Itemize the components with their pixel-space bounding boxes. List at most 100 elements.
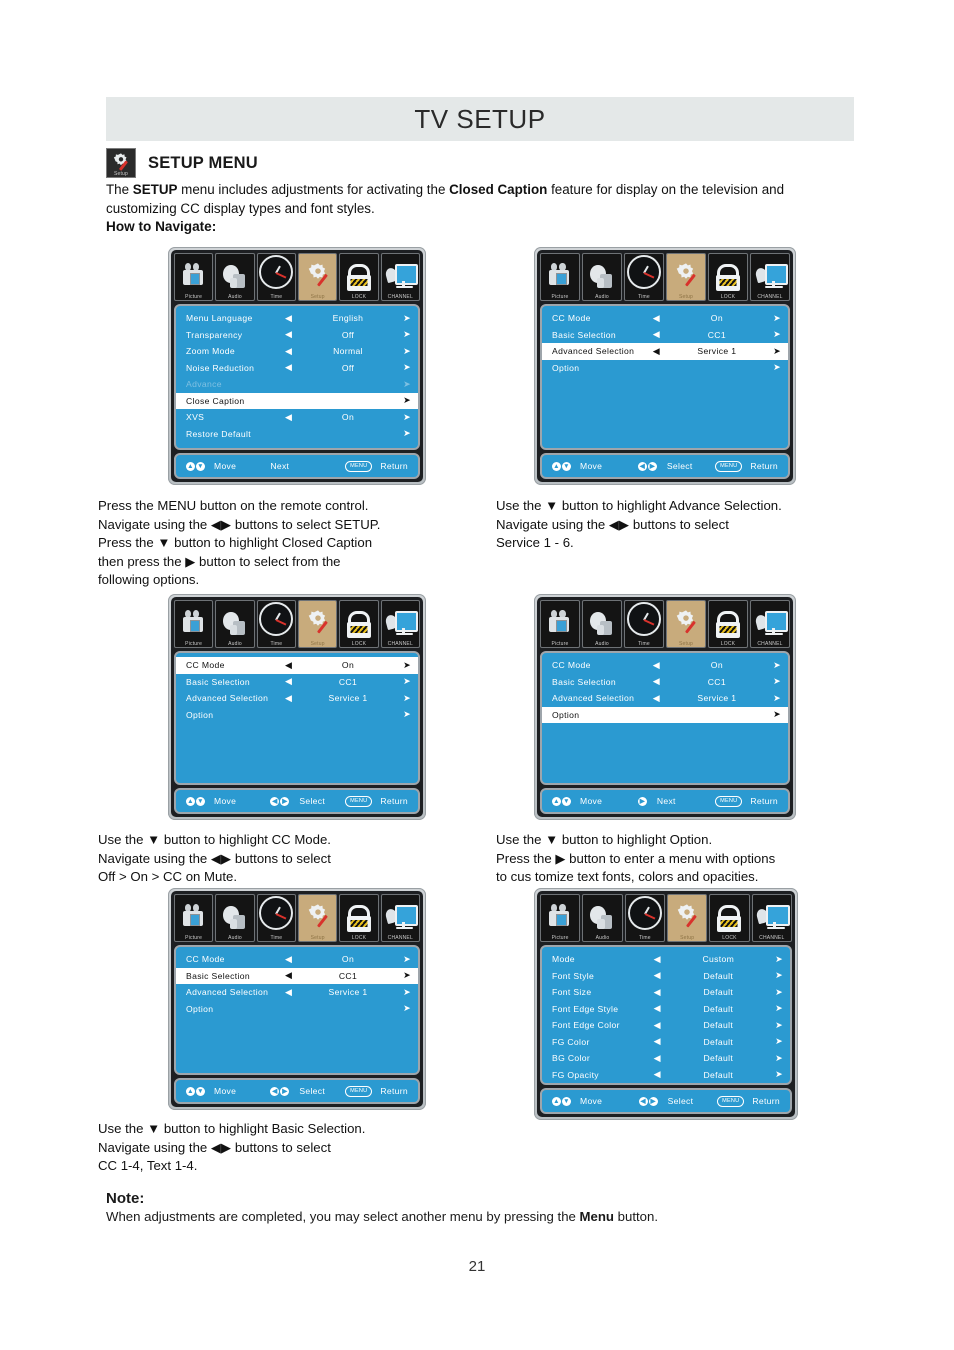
- osd-tab-setup[interactable]: Setup: [666, 600, 706, 648]
- chevron-right-icon[interactable]: ➤: [756, 362, 781, 373]
- chevron-left-icon[interactable]: ◀: [653, 660, 678, 671]
- osd-tab-channel[interactable]: CHANNEL: [750, 253, 790, 301]
- osd-tab-lock[interactable]: LOCK: [339, 894, 379, 942]
- osd-tab-setup[interactable]: Setup: [297, 894, 338, 942]
- osd-menu-row[interactable]: Transparency ◀ Off ➤: [176, 327, 418, 344]
- osd-tab-time[interactable]: Time: [256, 600, 296, 648]
- chevron-left-icon[interactable]: ◀: [285, 313, 310, 324]
- osd-tab-time[interactable]: Time: [624, 894, 665, 942]
- osd-tab-setup[interactable]: Setup: [297, 253, 338, 301]
- chevron-left-icon[interactable]: ◀: [285, 987, 310, 998]
- osd-tab-lock[interactable]: LOCK: [708, 600, 748, 648]
- osd-menu-row[interactable]: CC Mode ◀ On ➤: [176, 951, 418, 968]
- chevron-left-icon[interactable]: ◀: [285, 412, 310, 423]
- osd-tab-audio[interactable]: Audio: [215, 253, 255, 301]
- osd-menu-row[interactable]: FG Opacity ◀ Default ➤: [542, 1067, 790, 1084]
- osd-tab-time[interactable]: Time: [624, 253, 664, 301]
- chevron-left-icon[interactable]: ◀: [653, 676, 678, 687]
- osd-menu-row[interactable]: CC Mode ◀ On ➤: [176, 657, 418, 674]
- osd-menu-row[interactable]: Restore Default ➤: [176, 426, 418, 443]
- chevron-left-icon[interactable]: ◀: [654, 987, 679, 998]
- osd-tab-channel[interactable]: CHANNEL: [750, 600, 790, 648]
- osd-menu-row[interactable]: Basic Selection ◀ CC1 ➤: [176, 674, 418, 691]
- osd-menu-row[interactable]: Font Edge Color ◀ Default ➤: [542, 1017, 790, 1034]
- chevron-left-icon[interactable]: ◀: [653, 693, 678, 704]
- chevron-right-icon[interactable]: ➤: [758, 970, 783, 981]
- chevron-right-icon[interactable]: ➤: [386, 313, 411, 324]
- osd-menu-row[interactable]: Basic Selection ◀ CC1 ➤: [542, 327, 788, 344]
- chevron-right-icon[interactable]: ➤: [386, 970, 411, 981]
- osd-menu-row[interactable]: Advanced Selection ◀ Service 1 ➤: [542, 343, 788, 360]
- chevron-right-icon[interactable]: ➤: [756, 660, 781, 671]
- osd-menu-row[interactable]: Zoom Mode ◀ Normal ➤: [176, 343, 418, 360]
- osd-menu-row[interactable]: BG Opacity◀Default➤: [542, 1083, 790, 1085]
- chevron-left-icon[interactable]: ◀: [654, 1020, 679, 1031]
- chevron-right-icon[interactable]: ➤: [758, 1020, 783, 1031]
- chevron-left-icon[interactable]: ◀: [285, 676, 310, 687]
- chevron-left-icon[interactable]: ◀: [653, 346, 678, 357]
- osd-tab-picture[interactable]: Picture: [174, 894, 214, 942]
- osd-tab-audio[interactable]: Audio: [582, 253, 622, 301]
- osd-tab-audio[interactable]: Audio: [215, 600, 255, 648]
- osd-tab-audio[interactable]: Audio: [582, 894, 623, 942]
- osd-menu-row[interactable]: Close Caption ➤: [176, 392, 418, 409]
- chevron-right-icon[interactable]: ➤: [756, 709, 781, 720]
- osd-tab-setup[interactable]: Setup: [666, 894, 708, 942]
- chevron-left-icon[interactable]: ◀: [653, 313, 678, 324]
- osd-tab-lock[interactable]: LOCK: [339, 253, 379, 301]
- osd-menu-row[interactable]: CC Mode ◀ On ➤: [542, 657, 788, 674]
- chevron-left-icon[interactable]: ◀: [285, 660, 310, 671]
- chevron-right-icon[interactable]: ➤: [758, 987, 783, 998]
- chevron-right-icon[interactable]: ➤: [386, 709, 411, 720]
- osd-tab-audio[interactable]: Audio: [215, 894, 255, 942]
- osd-menu-row[interactable]: Font Style ◀ Default ➤: [542, 968, 790, 985]
- chevron-right-icon[interactable]: ➤: [386, 660, 411, 671]
- chevron-right-icon[interactable]: ➤: [386, 987, 411, 998]
- osd-menu-row[interactable]: Font Size ◀ Default ➤: [542, 984, 790, 1001]
- osd-menu-row[interactable]: Basic Selection ◀ CC1 ➤: [542, 674, 788, 691]
- chevron-left-icon[interactable]: ◀: [654, 1053, 679, 1064]
- osd-menu-row[interactable]: Basic Selection ◀ CC1 ➤: [176, 967, 418, 984]
- osd-tab-channel[interactable]: CHANNEL: [751, 894, 792, 942]
- chevron-left-icon[interactable]: ◀: [285, 329, 310, 340]
- osd-menu-row[interactable]: Option ➤: [542, 360, 788, 377]
- chevron-right-icon[interactable]: ➤: [758, 954, 783, 965]
- chevron-right-icon[interactable]: ➤: [756, 313, 781, 324]
- chevron-right-icon[interactable]: ➤: [756, 676, 781, 687]
- chevron-right-icon[interactable]: ➤: [758, 1003, 783, 1014]
- osd-tab-setup[interactable]: Setup: [297, 600, 338, 648]
- osd-menu-row[interactable]: Advanced Selection ◀ Service 1 ➤: [176, 984, 418, 1001]
- chevron-right-icon[interactable]: ➤: [386, 428, 411, 439]
- osd-tab-lock[interactable]: LOCK: [708, 253, 748, 301]
- chevron-right-icon[interactable]: ➤: [756, 693, 781, 704]
- chevron-left-icon[interactable]: ◀: [285, 362, 310, 373]
- osd-tab-setup[interactable]: Setup: [666, 253, 706, 301]
- chevron-left-icon[interactable]: ◀: [654, 954, 679, 965]
- osd-menu-row[interactable]: Option ➤: [176, 707, 418, 724]
- chevron-right-icon[interactable]: ➤: [386, 395, 411, 406]
- osd-tab-picture[interactable]: Picture: [540, 894, 581, 942]
- osd-tab-picture[interactable]: Picture: [174, 253, 214, 301]
- chevron-right-icon[interactable]: ➤: [386, 329, 411, 340]
- chevron-right-icon[interactable]: ➤: [386, 676, 411, 687]
- chevron-right-icon[interactable]: ➤: [386, 1003, 411, 1014]
- chevron-left-icon[interactable]: ◀: [653, 329, 678, 340]
- osd-menu-row[interactable]: Advance ➤: [176, 376, 418, 393]
- chevron-right-icon[interactable]: ➤: [756, 346, 781, 357]
- osd-menu-row[interactable]: CC Mode ◀ On ➤: [542, 310, 788, 327]
- chevron-left-icon[interactable]: ◀: [285, 954, 310, 965]
- chevron-right-icon[interactable]: ➤: [386, 954, 411, 965]
- chevron-right-icon[interactable]: ➤: [756, 329, 781, 340]
- osd-tab-audio[interactable]: Audio: [582, 600, 622, 648]
- chevron-right-icon[interactable]: ➤: [758, 1053, 783, 1064]
- osd-menu-row[interactable]: Advanced Selection ◀ Service 1 ➤: [176, 690, 418, 707]
- osd-menu-row[interactable]: Option ➤: [176, 1001, 418, 1018]
- chevron-left-icon[interactable]: ◀: [654, 1069, 679, 1080]
- osd-menu-row[interactable]: Option ➤: [542, 706, 788, 723]
- chevron-right-icon[interactable]: ➤: [386, 362, 411, 373]
- osd-tab-lock[interactable]: LOCK: [709, 894, 750, 942]
- osd-menu-row[interactable]: XVS ◀ On ➤: [176, 409, 418, 426]
- osd-menu-row[interactable]: Menu Language ◀ English ➤: [176, 310, 418, 327]
- osd-tab-time[interactable]: Time: [624, 600, 664, 648]
- osd-tab-picture[interactable]: Picture: [540, 253, 580, 301]
